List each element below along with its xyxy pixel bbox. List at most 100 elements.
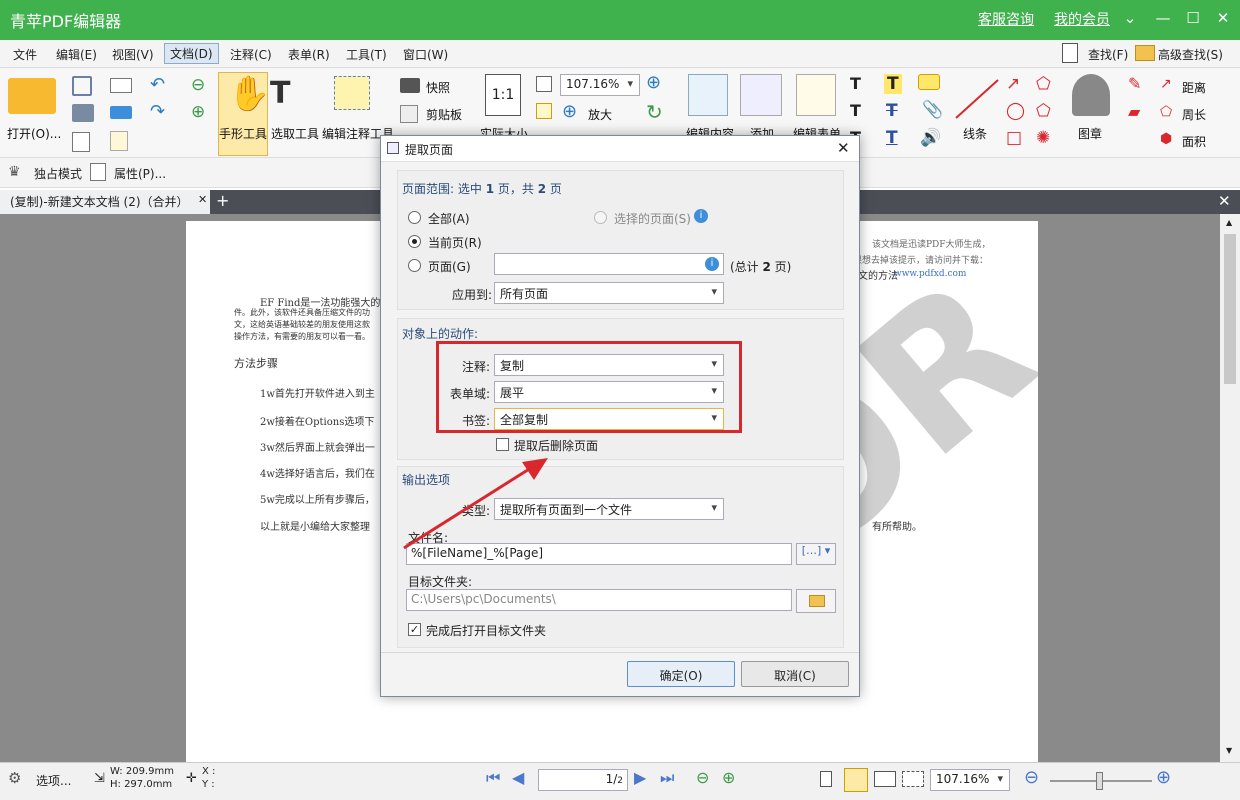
clipboard-button[interactable]: 剪贴板 — [426, 106, 462, 123]
fit-width-icon[interactable] — [536, 103, 552, 119]
continuous-icon[interactable] — [844, 768, 868, 792]
close-doc-icon[interactable]: ✕ — [1218, 192, 1231, 210]
properties-button[interactable]: 属性(P)... — [114, 165, 166, 182]
apply-to-select[interactable]: 所有页面 — [494, 282, 724, 304]
rotate-icon[interactable]: ↻ — [646, 100, 663, 124]
exclusive-mode-button[interactable]: 独占模式 — [34, 165, 82, 182]
menu-form[interactable]: 表单(R) — [288, 46, 330, 63]
single-page-icon[interactable] — [820, 771, 832, 787]
first-page-icon[interactable]: ⏮ — [486, 768, 500, 788]
scroll-thumb[interactable] — [1224, 234, 1236, 384]
ellipse-icon[interactable]: ◯ — [1006, 101, 1025, 121]
member-link[interactable]: 我的会员 — [1054, 9, 1110, 29]
arrow-shape-icon[interactable]: ↗ — [1006, 74, 1020, 94]
chevron-down-icon[interactable]: ⌄ — [1120, 9, 1140, 27]
mail-icon[interactable] — [110, 78, 132, 93]
options-button[interactable]: 选项... — [36, 772, 71, 789]
perimeter-button[interactable]: 周长 — [1182, 106, 1206, 123]
zoom-in-button[interactable]: 放大 — [588, 106, 612, 123]
ok-button[interactable]: 确定(O) — [627, 661, 735, 687]
vertical-scrollbar[interactable]: ▲ ▼ — [1220, 214, 1240, 762]
save-icon[interactable] — [72, 76, 92, 96]
polyline-icon[interactable]: ⬠ — [1036, 74, 1051, 94]
cancel-button[interactable]: 取消(C) — [741, 661, 849, 687]
tab-close-icon[interactable]: ✕ — [198, 193, 207, 206]
scroll-down-icon[interactable]: ▼ — [1226, 746, 1232, 755]
dialog-close-icon[interactable]: ✕ — [837, 139, 850, 157]
nav-forward-icon[interactable]: ⊕ — [722, 768, 735, 787]
prev-page-icon[interactable]: ◀ — [512, 768, 524, 787]
menu-view[interactable]: 视图(V) — [112, 46, 154, 63]
select-text-icon[interactable]: T — [270, 76, 290, 111]
gear-icon[interactable]: ⚙ — [8, 769, 21, 787]
export-icon[interactable] — [72, 132, 90, 152]
text-box-icon[interactable]: T — [850, 74, 861, 93]
menu-tools[interactable]: 工具(T) — [346, 46, 387, 63]
polygon-icon[interactable]: ⬠ — [1036, 101, 1051, 121]
back-icon[interactable]: ⊖ — [191, 75, 205, 95]
pencil-icon[interactable]: ✎ — [1128, 74, 1141, 93]
facing-icon[interactable] — [874, 771, 896, 787]
eraser-icon[interactable]: ▰ — [1128, 102, 1140, 121]
new-tab-icon[interactable]: + — [216, 191, 229, 210]
fit-page-icon[interactable] — [536, 76, 552, 92]
add-icon[interactable] — [740, 74, 782, 116]
pages-input[interactable] — [494, 253, 724, 275]
lines-label[interactable]: 线条 — [963, 125, 987, 142]
camera-icon[interactable] — [400, 78, 420, 93]
folder-input[interactable]: C:\Users\pc\Documents\ — [406, 589, 792, 611]
distance-button[interactable]: 距离 — [1182, 79, 1206, 96]
browse-folder-button[interactable] — [796, 589, 836, 613]
page-input[interactable]: 1/2 — [538, 769, 628, 791]
edit-form-icon[interactable] — [796, 74, 836, 116]
zoom-select[interactable]: 107.16% — [560, 74, 640, 96]
print-icon[interactable] — [72, 104, 94, 122]
underline-icon[interactable]: T — [886, 128, 898, 148]
status-zoom-select[interactable]: 107.16% — [930, 769, 1010, 791]
clipboard-icon[interactable] — [400, 105, 418, 123]
cloud-icon[interactable] — [110, 106, 132, 119]
scroll-up-icon[interactable]: ▲ — [1226, 218, 1232, 227]
open-button[interactable]: 打开(O)... — [7, 125, 61, 142]
next-page-icon[interactable]: ▶ — [634, 768, 646, 787]
undo-icon[interactable]: ↶ — [150, 74, 165, 95]
advanced-find-button[interactable]: 高级查找(S) — [1158, 46, 1223, 63]
open-after-checkbox[interactable]: ✓ — [408, 623, 421, 636]
menu-document[interactable]: 文档(D) — [164, 43, 219, 64]
document-tab[interactable]: (复制)-新建文本文档 (2)（合并） ✕ — [0, 190, 210, 214]
menu-comment[interactable]: 注释(C) — [230, 46, 272, 63]
service-link[interactable]: 客服咨询 — [978, 9, 1034, 29]
stamp-icon[interactable] — [1072, 74, 1110, 116]
edit-content-icon[interactable] — [688, 74, 728, 116]
info-icon[interactable]: i — [694, 209, 708, 223]
folder-icon[interactable] — [8, 78, 56, 114]
maximize-icon[interactable]: ☐ — [1183, 9, 1203, 27]
strikeout-icon[interactable]: T — [886, 101, 898, 121]
redo-icon[interactable]: ↷ — [150, 101, 165, 122]
macro-button[interactable]: […] ▾ — [796, 543, 836, 565]
snapshot-button[interactable]: 快照 — [426, 79, 450, 96]
close-icon[interactable]: ✕ — [1213, 9, 1233, 27]
attach-icon[interactable]: 📎 — [922, 100, 943, 120]
cloud-shape-icon[interactable]: ✺ — [1036, 128, 1050, 148]
facing-continuous-icon[interactable] — [902, 771, 924, 787]
radio-current[interactable] — [408, 235, 421, 248]
actual-size-icon[interactable]: 1:1 — [485, 74, 521, 116]
line-icon[interactable] — [952, 76, 1002, 122]
radio-pages[interactable] — [408, 259, 421, 272]
last-page-icon[interactable]: ⏭ — [660, 768, 674, 788]
nav-back-icon[interactable]: ⊖ — [696, 768, 709, 787]
note-icon[interactable] — [918, 74, 940, 90]
pages-info-icon[interactable]: i — [705, 257, 719, 271]
zoom-out-icon[interactable]: ⊖ — [1024, 767, 1039, 788]
new-doc-icon[interactable] — [110, 131, 128, 151]
highlight-icon[interactable]: T — [884, 74, 902, 94]
select-annot-icon[interactable] — [334, 76, 370, 110]
menu-window[interactable]: 窗口(W) — [403, 46, 448, 63]
stamp-label[interactable]: 图章 — [1078, 125, 1102, 142]
select-text-label[interactable]: 选取工具 — [271, 125, 319, 142]
sound-icon[interactable]: 🔊 — [920, 128, 941, 148]
forward-icon[interactable]: ⊕ — [191, 102, 205, 122]
area-button[interactable]: 面积 — [1182, 133, 1206, 150]
menu-edit[interactable]: 编辑(E) — [56, 46, 97, 63]
